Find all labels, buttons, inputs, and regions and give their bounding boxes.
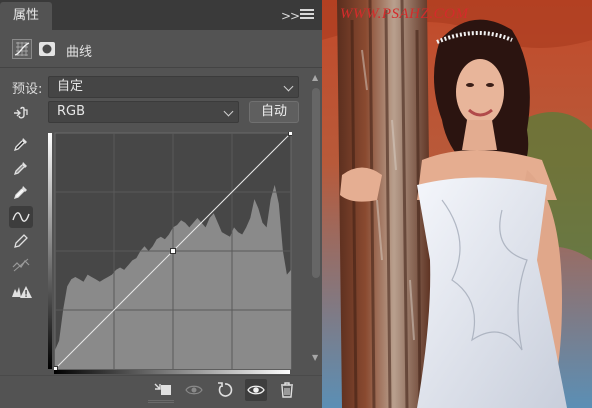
- bride-photo: [322, 0, 592, 408]
- black-eyedropper-icon[interactable]: [9, 134, 33, 156]
- scroll-up-icon[interactable]: ▲: [312, 73, 318, 82]
- tab-properties-label: 属性: [12, 8, 39, 23]
- curve-control-point: [288, 132, 292, 136]
- curve-edit-icon[interactable]: [9, 206, 33, 228]
- auto-button[interactable]: 自动: [249, 101, 299, 123]
- white-eyedropper-icon[interactable]: [9, 182, 33, 204]
- preset-label: 预设:: [12, 82, 43, 97]
- preset-select[interactable]: 自定: [48, 76, 299, 98]
- resize-grip[interactable]: [148, 400, 174, 404]
- adjustment-title: 曲线: [66, 45, 93, 60]
- input-gradient-bar: [54, 370, 290, 374]
- watermark: WWW.PSAHZ.COM: [340, 6, 469, 22]
- clipping-warning-icon[interactable]: [9, 280, 33, 302]
- scroll-down-icon[interactable]: ▼: [312, 353, 318, 362]
- chevron-down-icon: [223, 106, 234, 117]
- properties-panel: 属性 >> 曲线 预设: 自定 RGB 自动 ▲ ▼: [0, 0, 322, 408]
- channel-select[interactable]: RGB: [48, 101, 239, 123]
- view-previous-state-icon[interactable]: [183, 379, 205, 401]
- curve-control-point: [170, 248, 176, 254]
- curves-adjustment-icon[interactable]: [12, 39, 32, 59]
- chevron-down-icon: [283, 81, 294, 92]
- channel-value: RGB: [57, 104, 86, 119]
- output-gradient-bar: [48, 133, 52, 369]
- document-canvas-photo: [322, 0, 592, 408]
- reset-icon[interactable]: [214, 379, 236, 401]
- preset-value: 自定: [57, 79, 84, 94]
- visibility-eye-icon[interactable]: [245, 379, 267, 401]
- layer-mask-icon[interactable]: [38, 40, 56, 58]
- trash-icon[interactable]: [276, 379, 298, 401]
- divider: [0, 67, 322, 68]
- smooth-icon[interactable]: [9, 254, 33, 276]
- gray-eyedropper-icon[interactable]: [9, 158, 33, 180]
- scrollbar-thumb[interactable]: [312, 88, 320, 278]
- collapse-panel-button[interactable]: >>: [281, 9, 300, 23]
- pencil-icon[interactable]: [9, 230, 33, 252]
- hand-target-icon[interactable]: [9, 102, 33, 124]
- clip-to-layer-icon[interactable]: [152, 379, 174, 401]
- curves-graph[interactable]: [54, 132, 292, 370]
- panel-menu-icon[interactable]: [300, 9, 314, 21]
- tab-properties[interactable]: 属性: [0, 2, 52, 30]
